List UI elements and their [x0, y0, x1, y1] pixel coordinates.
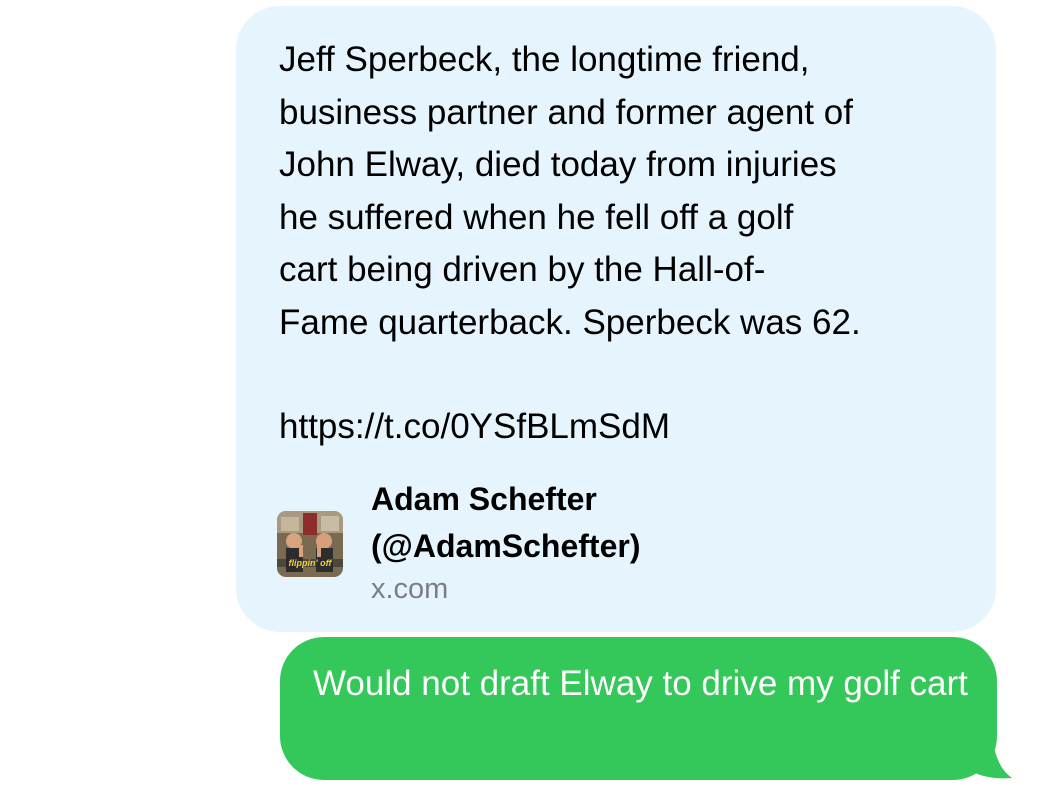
- sent-message-text: Would not draft Elway to drive my golf c…: [313, 664, 968, 703]
- link-preview-message[interactable]: Jeff Sperbeck, the longtime friend, busi…: [236, 6, 996, 632]
- thumbnail-caption: flippin' off: [289, 558, 333, 568]
- message-text: Jeff Sperbeck, the longtime friend, busi…: [279, 40, 861, 342]
- conversation-view: Jeff Sperbeck, the longtime friend, busi…: [0, 0, 1039, 800]
- avatar-thumbnail-icon[interactable]: flippin' off: [277, 511, 343, 577]
- preview-title-name: Adam Schefter: [371, 481, 597, 517]
- preview-title[interactable]: Adam Schefter (@AdamSchefter): [371, 476, 971, 570]
- thumbnail-image: flippin' off: [277, 511, 343, 577]
- message-link[interactable]: https://t.co/0YSfBLmSdM: [279, 401, 670, 453]
- preview-title-handle: (@AdamSchefter): [371, 528, 641, 564]
- preview-domain: x.com: [371, 573, 449, 605]
- sent-message[interactable]: Would not draft Elway to drive my golf c…: [280, 637, 1015, 787]
